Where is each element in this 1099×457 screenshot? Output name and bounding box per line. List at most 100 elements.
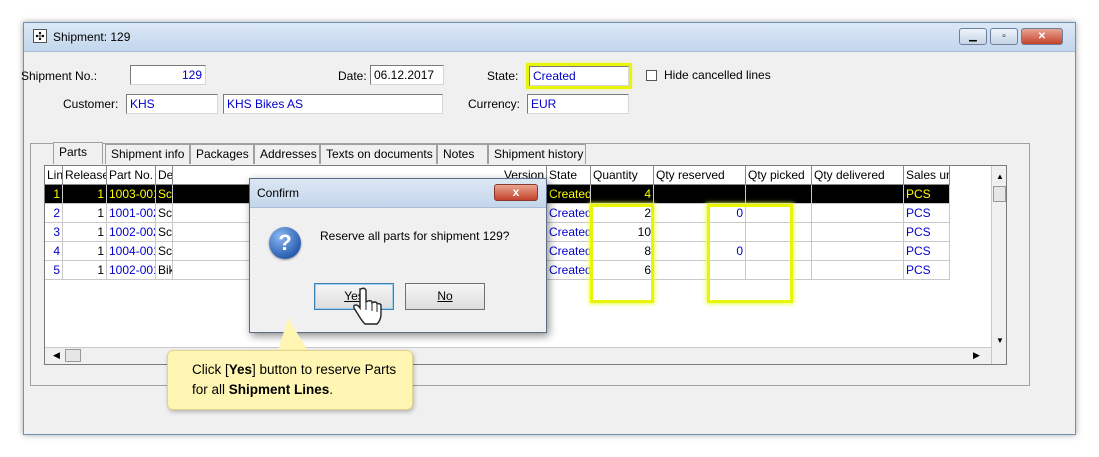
column-header-qty-reserved[interactable]: Qty reserved <box>654 166 746 185</box>
dialog-title-bar[interactable]: Confirm x <box>250 179 546 208</box>
confirm-dialog: Confirm x ? Reserve all parts for shipme… <box>249 178 547 333</box>
cell-desc[interactable]: Scot <box>156 185 173 204</box>
callout-text-suffix: . <box>329 382 334 397</box>
callout-text-bold-lines: Shipment Lines <box>228 382 330 397</box>
minimize-button[interactable]: ▁ <box>959 28 987 45</box>
cell-quantity[interactable]: 8 <box>591 242 654 261</box>
vertical-scroll-thumb[interactable] <box>993 186 1006 202</box>
cell-release[interactable]: 1 <box>63 223 107 242</box>
shipment-no-field[interactable]: 129 <box>130 65 206 85</box>
cell-qty-picked[interactable] <box>746 185 812 204</box>
cell-part-no[interactable]: 1003-001 <box>107 185 156 204</box>
cell-qty-picked[interactable] <box>746 223 812 242</box>
scroll-up-icon[interactable]: ▲ <box>996 172 1004 181</box>
cell-line[interactable]: 1 <box>45 185 63 204</box>
cell-qty-reserved[interactable] <box>654 185 746 204</box>
cell-part-no[interactable]: 1002-002 <box>107 223 156 242</box>
tab-packages[interactable]: Packages <box>190 144 254 164</box>
column-header-quantity[interactable]: Quantity <box>591 166 654 185</box>
dialog-message: Reserve all parts for shipment 129? <box>320 229 510 243</box>
cell-desc[interactable]: Scot <box>156 223 173 242</box>
cell-quantity[interactable]: 4 <box>591 185 654 204</box>
column-header-sales-unit[interactable]: Sales unit <box>904 166 950 185</box>
column-header-line[interactable]: Line <box>45 166 63 185</box>
cell-state[interactable]: Created <box>547 223 591 242</box>
no-button[interactable]: No <box>405 283 485 310</box>
tab-addresses[interactable]: Addresses <box>254 144 320 164</box>
cell-state[interactable]: Created <box>547 261 591 280</box>
tab-texts-on-documents[interactable]: Texts on documents <box>320 144 437 164</box>
dialog-close-button[interactable]: x <box>494 184 538 201</box>
date-field[interactable]: 06.12.2017 <box>370 65 444 85</box>
cell-desc[interactable]: Scot <box>156 204 173 223</box>
cell-release[interactable]: 1 <box>63 261 107 280</box>
currency-field[interactable]: EUR <box>527 94 629 114</box>
tab-notes[interactable]: Notes <box>437 144 488 164</box>
cell-desc[interactable]: Bike <box>156 261 173 280</box>
maximize-button[interactable]: ▫ <box>990 28 1018 45</box>
column-header-qty-delivered[interactable]: Qty delivered <box>812 166 904 185</box>
column-header-desc[interactable]: Desc <box>156 166 173 185</box>
cell-part-no[interactable]: 1004-001 <box>107 242 156 261</box>
vertical-scrollbar[interactable]: ▲ ▼ <box>991 166 1006 364</box>
hide-cancelled-label: Hide cancelled lines <box>664 68 771 82</box>
cell-quantity[interactable]: 6 <box>591 261 654 280</box>
cell-release[interactable]: 1 <box>63 185 107 204</box>
cell-state[interactable]: Created <box>547 204 591 223</box>
close-button[interactable]: ✕ <box>1021 28 1063 45</box>
state-field[interactable]: Created <box>526 63 632 89</box>
cell-line[interactable]: 5 <box>45 261 63 280</box>
column-header-part-no[interactable]: Part No. <box>107 166 156 185</box>
cell-state[interactable]: Created <box>547 185 591 204</box>
cell-quantity[interactable]: 2 <box>591 204 654 223</box>
tab-parts[interactable]: Parts <box>53 142 103 164</box>
cell-qty-reserved[interactable]: 0 <box>654 242 746 261</box>
cell-qty-reserved[interactable]: 0 <box>654 204 746 223</box>
cell-state[interactable]: Created <box>547 242 591 261</box>
cell-desc[interactable]: Scot <box>156 242 173 261</box>
cell-part-no[interactable]: 1002-001 <box>107 261 156 280</box>
hand-pointer-icon <box>353 287 382 325</box>
column-header-release[interactable]: Release <box>63 166 107 185</box>
cell-part-no[interactable]: 1001-002 <box>107 204 156 223</box>
horizontal-scroll-thumb[interactable] <box>65 349 81 362</box>
scroll-left-icon[interactable]: ◀ <box>53 350 60 361</box>
cell-sales-unit[interactable]: PCS <box>904 185 950 204</box>
cell-qty-delivered[interactable] <box>812 261 904 280</box>
cell-line[interactable]: 2 <box>45 204 63 223</box>
customer-name-field[interactable]: KHS Bikes AS <box>223 94 443 114</box>
cell-qty-picked[interactable] <box>746 261 812 280</box>
cell-release[interactable]: 1 <box>63 204 107 223</box>
cell-qty-picked[interactable] <box>746 204 812 223</box>
question-icon: ? <box>269 227 301 259</box>
cell-qty-delivered[interactable] <box>812 242 904 261</box>
tab-shipment-info[interactable]: Shipment info <box>105 144 190 164</box>
scroll-right-icon[interactable]: ▶ <box>973 350 980 361</box>
column-header-qty-picked[interactable]: Qty picked <box>746 166 812 185</box>
cell-sales-unit[interactable]: PCS <box>904 242 950 261</box>
cell-line[interactable]: 4 <box>45 242 63 261</box>
cell-qty-delivered[interactable] <box>812 185 904 204</box>
tab-shipment-history[interactable]: Shipment history <box>488 144 586 164</box>
cell-qty-reserved[interactable] <box>654 261 746 280</box>
currency-label: Currency: <box>468 97 521 111</box>
cell-sales-unit[interactable]: PCS <box>904 223 950 242</box>
title-bar[interactable]: ✣ Shipment: 129 ▁ ▫ ✕ <box>24 23 1075 52</box>
cell-line[interactable]: 3 <box>45 223 63 242</box>
scroll-down-icon[interactable]: ▼ <box>996 336 1004 345</box>
callout-text-bold-yes: Yes <box>228 362 253 377</box>
cell-quantity[interactable]: 10 <box>591 223 654 242</box>
callout-pointer <box>278 318 308 351</box>
hide-cancelled-checkbox[interactable] <box>646 70 657 81</box>
cell-sales-unit[interactable]: PCS <box>904 204 950 223</box>
column-header-state[interactable]: State <box>547 166 591 185</box>
cell-qty-picked[interactable] <box>746 242 812 261</box>
date-label: Date: <box>338 69 367 83</box>
no-button-label: No <box>437 289 453 303</box>
cell-release[interactable]: 1 <box>63 242 107 261</box>
customer-code-field[interactable]: KHS <box>126 94 218 114</box>
cell-sales-unit[interactable]: PCS <box>904 261 950 280</box>
cell-qty-reserved[interactable] <box>654 223 746 242</box>
cell-qty-delivered[interactable] <box>812 204 904 223</box>
cell-qty-delivered[interactable] <box>812 223 904 242</box>
